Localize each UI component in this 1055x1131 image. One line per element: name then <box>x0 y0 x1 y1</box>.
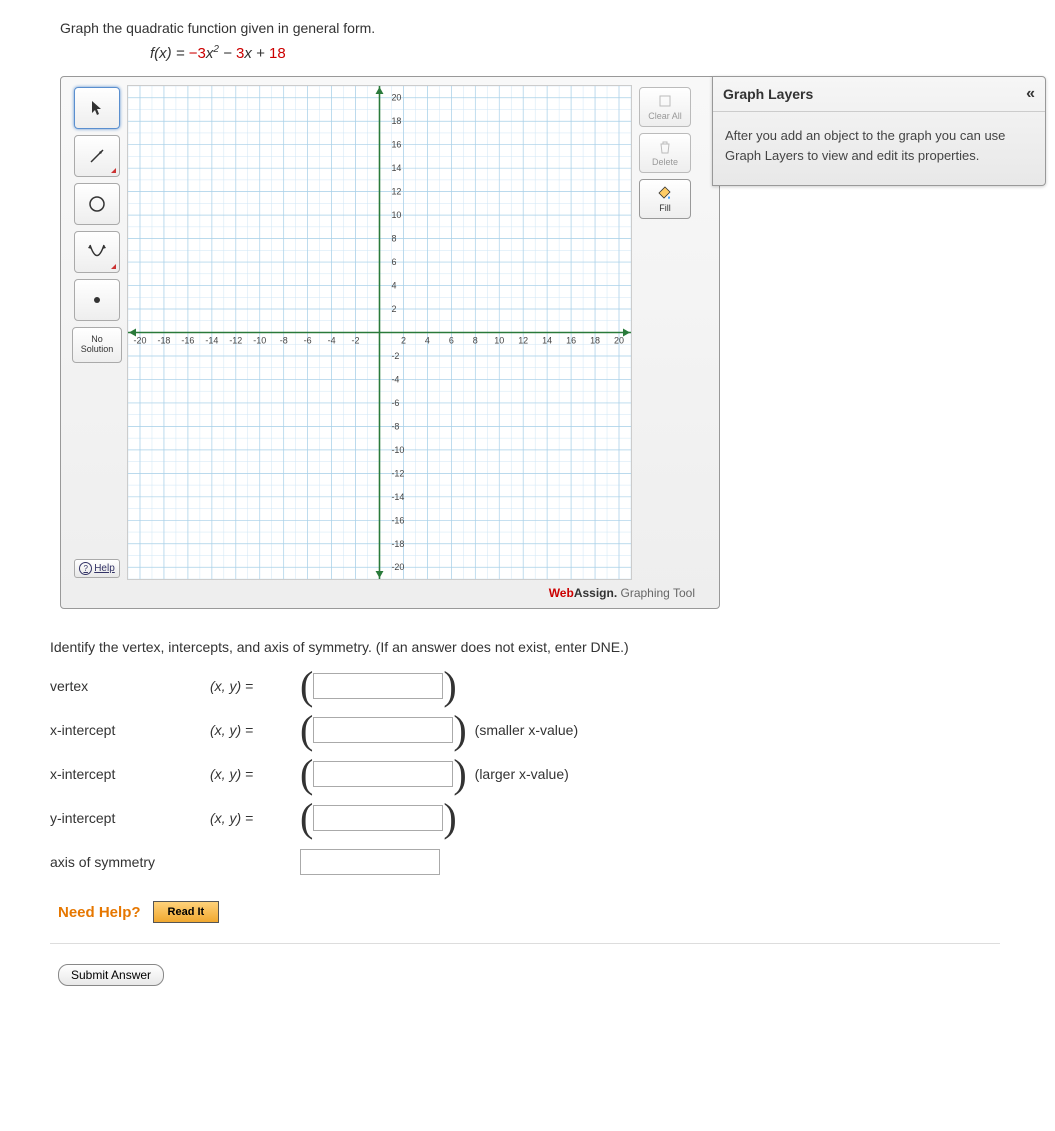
svg-text:-6: -6 <box>391 398 399 408</box>
graphing-tool: No Solution Help -20 -18 -16 -14 -12 -10 -8 -6 -… <box>60 76 720 609</box>
question-prompt: Graph the quadratic function given in ge… <box>60 20 1015 36</box>
svg-text:14: 14 <box>542 335 552 345</box>
svg-text:20: 20 <box>614 335 624 345</box>
point-tool[interactable] <box>74 279 120 321</box>
help-button[interactable]: Help <box>74 559 120 578</box>
xy-label: (x, y) = <box>210 722 300 738</box>
circle-tool[interactable] <box>74 183 120 225</box>
yintercept-input[interactable] <box>313 805 443 831</box>
svg-text:20: 20 <box>391 93 401 103</box>
svg-text:-12: -12 <box>391 468 404 478</box>
svg-text:6: 6 <box>449 335 454 345</box>
xy-label: (x, y) = <box>210 678 300 694</box>
xintercept-larger-input[interactable] <box>313 761 453 787</box>
clear-all-button[interactable]: Clear All <box>639 87 691 127</box>
svg-text:-18: -18 <box>157 335 170 345</box>
line-icon <box>88 147 106 165</box>
svg-text:16: 16 <box>566 335 576 345</box>
question-2-prompt: Identify the vertex, intercepts, and axi… <box>50 639 1015 655</box>
svg-text:-10: -10 <box>253 335 266 345</box>
svg-text:-2: -2 <box>391 351 399 361</box>
svg-text:10: 10 <box>494 335 504 345</box>
svg-text:-10: -10 <box>391 445 404 455</box>
vertex-label: vertex <box>50 678 210 694</box>
svg-text:-6: -6 <box>304 335 312 345</box>
collapse-button[interactable]: « <box>1026 85 1035 103</box>
svg-text:10: 10 <box>391 210 401 220</box>
point-icon <box>91 294 103 306</box>
pointer-icon <box>89 100 105 116</box>
parabola-icon <box>87 242 107 262</box>
delete-button[interactable]: Delete <box>639 133 691 173</box>
xint-label: x-intercept <box>50 722 210 738</box>
svg-text:4: 4 <box>391 281 396 291</box>
equation: f(x) = −3x2 − 3x + 18 <box>150 44 1015 62</box>
smaller-hint: (smaller x-value) <box>475 722 578 738</box>
need-help: Need Help? Read It <box>58 901 1015 923</box>
svg-text:-12: -12 <box>229 335 242 345</box>
svg-text:2: 2 <box>401 335 406 345</box>
svg-text:-14: -14 <box>391 492 404 502</box>
svg-text:-14: -14 <box>205 335 218 345</box>
submit-answer-button[interactable]: Submit Answer <box>58 964 164 986</box>
svg-text:12: 12 <box>391 187 401 197</box>
fill-icon <box>657 185 673 201</box>
line-tool[interactable] <box>74 135 120 177</box>
layers-body: After you add an object to the graph you… <box>713 112 1045 185</box>
svg-text:-8: -8 <box>280 335 288 345</box>
larger-hint: (larger x-value) <box>475 766 569 782</box>
vertex-input[interactable] <box>313 673 443 699</box>
xintercept2-row: x-intercept (x, y) = ( ) (larger x-value… <box>50 761 1015 787</box>
action-column: Clear All Delete Fill <box>632 83 698 582</box>
xy-label: (x, y) = <box>210 810 300 826</box>
svg-text:18: 18 <box>590 335 600 345</box>
layers-title: Graph Layers <box>723 86 813 102</box>
xintercept1-row: x-intercept (x, y) = ( ) (smaller x-valu… <box>50 717 1015 743</box>
axis-label: axis of symmetry <box>50 854 210 870</box>
svg-text:8: 8 <box>473 335 478 345</box>
svg-text:-4: -4 <box>391 374 399 384</box>
svg-text:-16: -16 <box>391 515 404 525</box>
svg-text:6: 6 <box>391 257 396 267</box>
yintercept-row: y-intercept (x, y) = ( ) <box>50 805 1015 831</box>
axis-row: axis of symmetry <box>50 849 1015 875</box>
parabola-tool[interactable] <box>74 231 120 273</box>
no-solution-button[interactable]: No Solution <box>72 327 122 363</box>
graph-layers-panel: Graph Layers « After you add an object t… <box>712 76 1046 186</box>
svg-text:14: 14 <box>391 163 401 173</box>
svg-text:8: 8 <box>391 234 396 244</box>
trash-icon <box>657 139 673 155</box>
xintercept-smaller-input[interactable] <box>313 717 453 743</box>
svg-text:2: 2 <box>391 304 396 314</box>
axis-symmetry-input[interactable] <box>300 849 440 875</box>
svg-text:-2: -2 <box>352 335 360 345</box>
tool-palette: No Solution Help <box>67 83 127 582</box>
need-help-label: Need Help? <box>58 904 141 921</box>
xy-label: (x, y) = <box>210 766 300 782</box>
svg-text:-20: -20 <box>391 562 404 572</box>
clear-icon <box>657 93 673 109</box>
svg-text:-20: -20 <box>134 335 147 345</box>
svg-text:-16: -16 <box>181 335 194 345</box>
svg-text:18: 18 <box>391 116 401 126</box>
read-it-button[interactable]: Read It <box>153 901 220 923</box>
yint-label: y-intercept <box>50 810 210 826</box>
graph-footer: WebAssign. Graphing Tool <box>67 582 713 602</box>
xint-label: x-intercept <box>50 766 210 782</box>
svg-text:16: 16 <box>391 140 401 150</box>
svg-text:-18: -18 <box>391 539 404 549</box>
divider <box>50 943 1000 944</box>
svg-text:-8: -8 <box>391 421 399 431</box>
svg-text:-4: -4 <box>328 335 336 345</box>
graph-canvas[interactable]: -20-18-16-14-12-10-8-6-4-224681012141618… <box>127 85 632 580</box>
pointer-tool[interactable] <box>74 87 120 129</box>
svg-text:4: 4 <box>425 335 430 345</box>
svg-text:12: 12 <box>518 335 528 345</box>
circle-icon <box>87 194 107 214</box>
vertex-row: vertex (x, y) = ( ) <box>50 673 1015 699</box>
fill-button[interactable]: Fill <box>639 179 691 219</box>
